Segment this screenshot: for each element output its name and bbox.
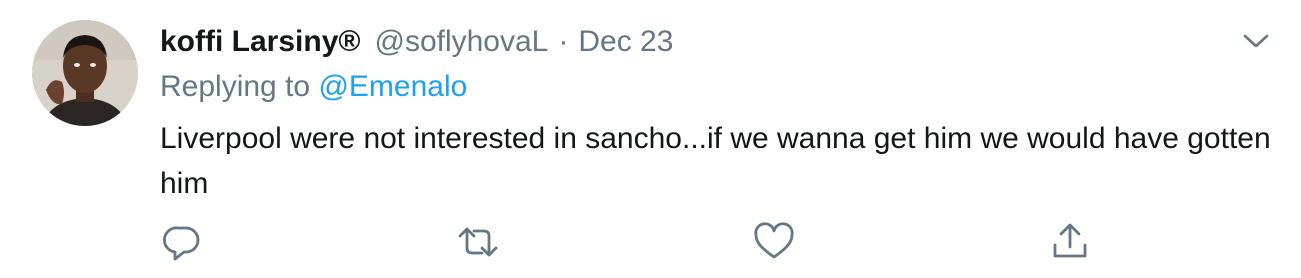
tweet-actions xyxy=(160,220,1280,264)
tweet-header: koffi Larsiny® @soflyhovaL · Dec 23 xyxy=(160,22,673,62)
tweet[interactable]: koffi Larsiny® @soflyhovaL · Dec 23 Repl… xyxy=(0,0,1301,278)
tweet-date[interactable]: Dec 23 xyxy=(578,25,673,59)
mention-link[interactable]: @Emenalo xyxy=(318,70,467,103)
display-name[interactable]: koffi Larsiny® xyxy=(160,25,360,59)
reply-button[interactable] xyxy=(160,220,204,264)
user-handle[interactable]: @soflyhovaL xyxy=(374,25,548,59)
separator-dot: · xyxy=(558,25,569,58)
share-button[interactable] xyxy=(1048,220,1092,264)
tweet-text: Liverpool were not interested in sancho.… xyxy=(160,122,1271,200)
heart-icon xyxy=(754,222,794,259)
chevron-down-icon xyxy=(1243,34,1269,48)
avatar[interactable] xyxy=(32,20,138,126)
share-icon xyxy=(1053,223,1087,258)
retweet-button[interactable] xyxy=(456,220,500,264)
replying-to-label: Replying to xyxy=(160,70,319,103)
more-options-button[interactable] xyxy=(1240,28,1272,54)
retweet-icon xyxy=(458,227,498,257)
like-button[interactable] xyxy=(752,220,796,264)
reply-icon xyxy=(163,226,200,261)
avatar-image xyxy=(32,20,138,126)
replying-to: Replying to @Emenalo xyxy=(160,70,467,104)
